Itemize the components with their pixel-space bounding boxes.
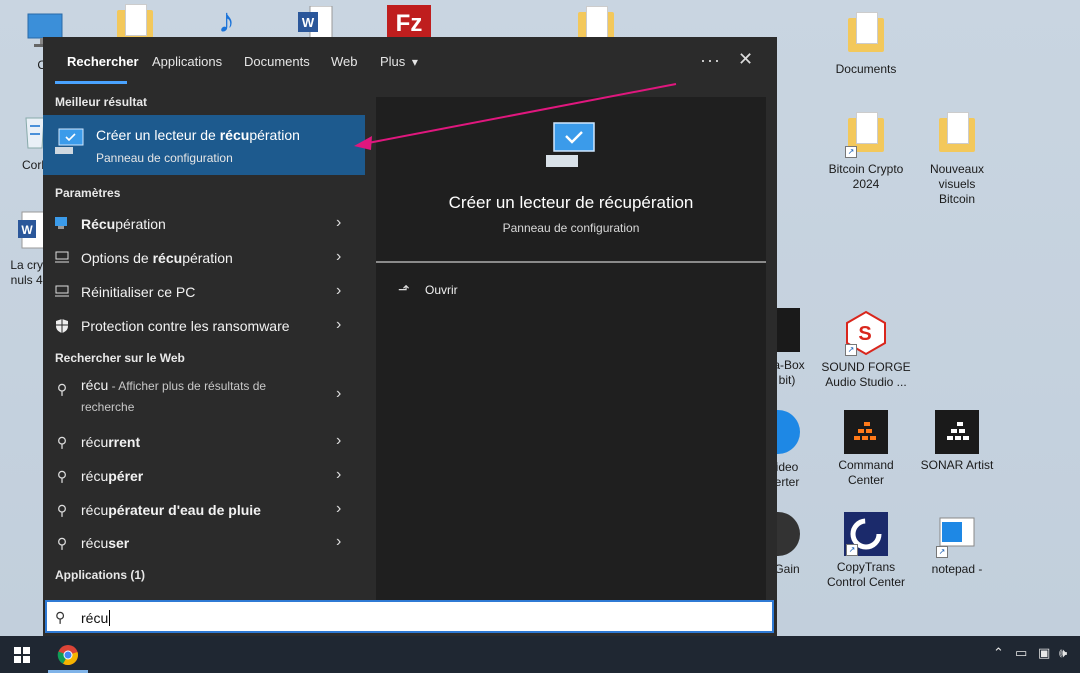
search-input[interactable]: récu bbox=[81, 610, 108, 626]
chrome-icon[interactable] bbox=[57, 644, 79, 666]
search-icon: ⚲ bbox=[55, 609, 66, 625]
taskbar bbox=[0, 636, 1080, 673]
annotation-arrow bbox=[354, 83, 677, 150]
battery-icon[interactable]: ▭ bbox=[1015, 645, 1027, 661]
windows-start-icon[interactable] bbox=[14, 647, 30, 663]
network-icon[interactable]: ▣ bbox=[1038, 645, 1050, 661]
search-box[interactable]: ⚲ récu bbox=[45, 600, 774, 633]
volume-icon[interactable]: 🕪 bbox=[1059, 645, 1067, 661]
chevron-up-icon[interactable]: ⌃ bbox=[993, 645, 1004, 661]
text-caret bbox=[109, 610, 111, 626]
